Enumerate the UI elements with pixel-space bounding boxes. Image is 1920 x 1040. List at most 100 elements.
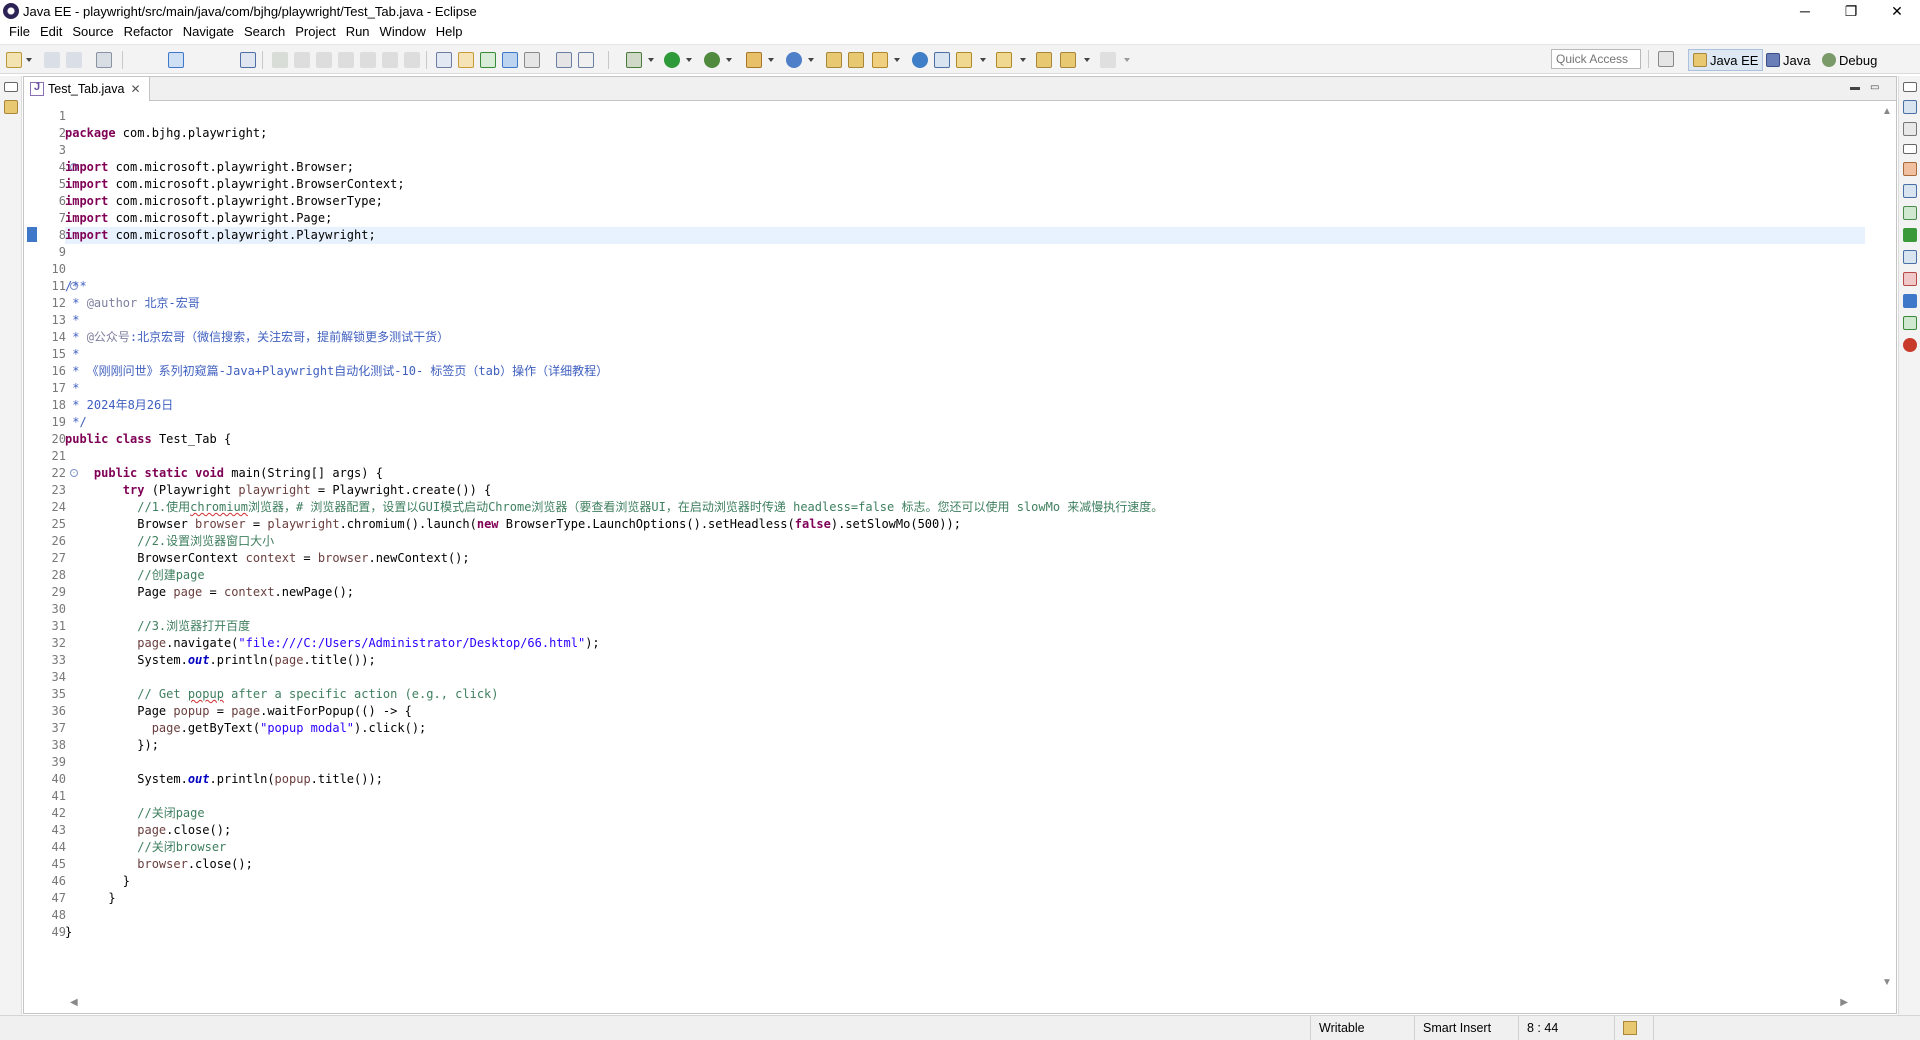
run-icon[interactable]	[664, 52, 680, 68]
junit-icon[interactable]	[1903, 338, 1917, 352]
next-annotation-dropdown-icon[interactable]	[980, 58, 986, 62]
markers-icon[interactable]	[1903, 162, 1917, 176]
code-line[interactable]	[65, 669, 1865, 686]
code-line[interactable]: /**	[65, 278, 1865, 295]
suspend-icon[interactable]	[294, 52, 310, 68]
code-line[interactable]: *	[65, 380, 1865, 397]
next-annotation-icon[interactable]	[956, 52, 972, 68]
wand-icon[interactable]	[872, 52, 888, 68]
terminate-icon[interactable]	[316, 52, 332, 68]
debug-icon[interactable]	[626, 52, 642, 68]
scroll-up-icon[interactable]: ▲	[1882, 106, 1892, 117]
code-line[interactable]: }	[65, 873, 1865, 890]
code-line[interactable]: *	[65, 312, 1865, 329]
code-line[interactable]: //1.使用chromium浏览器，# 浏览器配置，设置以GUI模式启动Chro…	[65, 499, 1865, 516]
code-line[interactable]: * 《刚刚问世》系列初窥篇-Java+Playwright自动化测试-10- 标…	[65, 363, 1865, 380]
code-line[interactable]	[65, 244, 1865, 261]
previous-annotation-icon[interactable]	[996, 52, 1012, 68]
code-line[interactable]: package com.bjhg.playwright;	[65, 125, 1865, 142]
disconnect-icon[interactable]	[338, 52, 354, 68]
back-icon[interactable]	[1060, 52, 1076, 68]
skip-breakpoints-icon[interactable]	[240, 52, 256, 68]
minimize-editor-icon[interactable]: ▬	[1850, 83, 1862, 93]
new-server-dropdown-icon[interactable]	[808, 58, 814, 62]
maximize-button[interactable]: ❐	[1828, 0, 1874, 22]
menu-file[interactable]: File	[4, 22, 35, 42]
previous-annotation-dropdown-icon[interactable]	[1020, 58, 1026, 62]
code-line[interactable]: page.getByText("popup modal").click();	[65, 720, 1865, 737]
properties-icon[interactable]	[1903, 184, 1917, 198]
code-line[interactable]: * @author 北京-宏哥	[65, 295, 1865, 312]
horizontal-scrollbar[interactable]: ◀ ▶	[64, 993, 1874, 1013]
scroll-left-icon[interactable]: ◀	[70, 997, 78, 1008]
code-line[interactable]: });	[65, 737, 1865, 754]
forward-icon[interactable]	[1100, 52, 1116, 68]
run-dropdown-icon[interactable]	[686, 58, 692, 62]
code-line[interactable]	[65, 788, 1865, 805]
menu-navigate[interactable]: Navigate	[178, 22, 239, 42]
external-tools-icon[interactable]	[746, 52, 762, 68]
snippets-icon[interactable]	[1903, 250, 1917, 264]
code-text[interactable]: package com.bjhg.playwright; import com.…	[65, 108, 1865, 941]
quick-access-input[interactable]	[1551, 49, 1641, 69]
console-icon[interactable]	[1903, 294, 1917, 308]
code-line[interactable]	[65, 108, 1865, 125]
coverage-dropdown-icon[interactable]	[726, 58, 732, 62]
print-icon[interactable]	[96, 52, 112, 68]
scroll-down-icon[interactable]: ▼	[1882, 977, 1892, 988]
wand-dropdown-icon[interactable]	[894, 58, 900, 62]
scroll-right-icon[interactable]: ▶	[1840, 997, 1848, 1008]
problems-icon[interactable]	[1903, 272, 1917, 286]
menu-search[interactable]: Search	[239, 22, 290, 42]
code-line[interactable]: browser.close();	[65, 856, 1865, 873]
toggle-block-selection-icon[interactable]	[524, 52, 540, 68]
open-type-icon[interactable]	[436, 52, 452, 68]
code-line[interactable]: System.out.println(page.title());	[65, 652, 1865, 669]
code-line[interactable]: page.navigate("file:///C:/Users/Administ…	[65, 635, 1865, 652]
perspective-java[interactable]: Java	[1762, 49, 1814, 71]
code-line[interactable]: import com.microsoft.playwright.BrowserT…	[65, 193, 1865, 210]
code-line[interactable]: */	[65, 414, 1865, 431]
code-line[interactable]: public static void main(String[] args) {	[65, 465, 1865, 482]
globe-icon[interactable]	[912, 52, 928, 68]
terminal-icon[interactable]	[168, 52, 184, 68]
code-line[interactable]: import com.microsoft.playwright.Browser;	[65, 159, 1865, 176]
code-line[interactable]: Browser browser = playwright.chromium().…	[65, 516, 1865, 533]
code-line[interactable]: import com.microsoft.playwright.Page;	[65, 210, 1865, 227]
coverage-icon[interactable]	[704, 52, 720, 68]
menu-refactor[interactable]: Refactor	[119, 22, 178, 42]
close-button[interactable]: ✕	[1874, 0, 1920, 22]
pilcrow-icon[interactable]	[578, 52, 594, 68]
code-line[interactable]	[65, 448, 1865, 465]
last-edit-location-icon[interactable]	[1036, 52, 1052, 68]
restore-icon[interactable]	[1903, 144, 1917, 154]
code-line[interactable]: //关闭browser	[65, 839, 1865, 856]
code-line[interactable]	[65, 754, 1865, 771]
code-line[interactable]	[65, 142, 1865, 159]
open-perspective-icon[interactable]	[1658, 51, 1674, 67]
code-line[interactable]: }	[65, 890, 1865, 907]
show-whitespace-icon[interactable]	[556, 52, 572, 68]
vertical-scrollbar[interactable]: ▲ ▼	[1876, 102, 1896, 992]
toggle-mark-occurrences-icon[interactable]	[502, 52, 518, 68]
background-tasks-icon[interactable]	[1623, 1021, 1637, 1035]
code-line[interactable]	[65, 261, 1865, 278]
menu-run[interactable]: Run	[341, 22, 375, 42]
outline-icon[interactable]	[1903, 100, 1917, 114]
resume-icon[interactable]	[272, 52, 288, 68]
code-line[interactable]: try (Playwright playwright = Playwright.…	[65, 482, 1865, 499]
save-all-icon[interactable]	[66, 52, 82, 68]
code-line[interactable]: }	[65, 924, 1865, 941]
data-source-icon[interactable]	[1903, 228, 1917, 242]
step-into-icon[interactable]	[360, 52, 376, 68]
servers-icon[interactable]	[1903, 206, 1917, 220]
code-line[interactable]: BrowserContext context = browser.newCont…	[65, 550, 1865, 567]
open-task-icon[interactable]	[458, 52, 474, 68]
close-tab-icon[interactable]: ✕	[130, 82, 140, 96]
code-editor[interactable]: 1 2 3 4-5 6 7 8 9 10 11-12 13 14 15 16 17 18 19 20 21 22-23…	[24, 102, 1874, 992]
step-over-icon[interactable]	[382, 52, 398, 68]
web-services-icon[interactable]	[934, 52, 950, 68]
open-project-icon[interactable]	[848, 52, 864, 68]
code-line[interactable]: Page page = context.newPage();	[65, 584, 1865, 601]
code-line[interactable]	[65, 907, 1865, 924]
